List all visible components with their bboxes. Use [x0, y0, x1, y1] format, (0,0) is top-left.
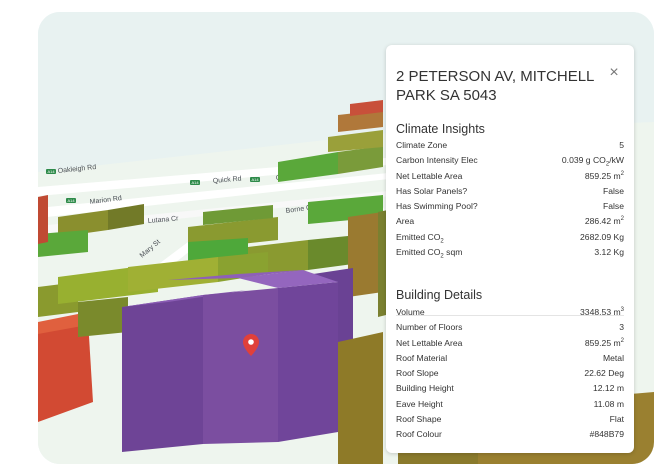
list-item: Emitted CO2 sqm 3.12 Kg [396, 245, 624, 260]
climate-insights-list: Climate Zone 5 Carbon Intensity Elec 0.0… [396, 138, 624, 260]
row-value: 2682.09 Kg [580, 231, 624, 242]
row-label: Area [396, 216, 415, 227]
row-value: 0.039 g CO2/kW [561, 155, 624, 169]
row-value: 22.62 Deg [584, 368, 624, 379]
row-label: Emitted CO2 [396, 231, 444, 245]
row-value: 5 [619, 140, 624, 150]
building-details-list: Volume 3348.53 m3 Number of Floors 3 Net… [396, 305, 624, 443]
close-icon[interactable]: × [606, 65, 622, 81]
list-item: Volume 3348.53 m3 [396, 305, 624, 320]
row-label: Has Solar Panels? [396, 185, 468, 196]
list-item: Climate Zone 5 [396, 138, 624, 153]
list-item: Roof Shape Flat [396, 412, 624, 427]
list-item: Eave Height 11.08 m [396, 397, 624, 412]
row-label: Roof Slope [396, 368, 439, 379]
row-value: Flat [609, 414, 624, 425]
list-item: Carbon Intensity Elec 0.039 g CO2/kW [396, 153, 624, 168]
list-item: Roof Colour #848B79 [396, 427, 624, 442]
list-item: Building Height 12.12 m [396, 381, 624, 396]
row-value: 286.42 m2 [584, 216, 624, 227]
property-address-title: 2 PETERSON AV, MITCHELL PARK SA 5043 [396, 68, 594, 104]
row-value: False [602, 201, 624, 212]
list-item: Area 286.42 m2 [396, 214, 624, 229]
list-item: Emitted CO2 2682.09 Kg [396, 230, 624, 245]
highway-shield-label: A14 [252, 177, 260, 182]
list-item: Has Solar Panels? False [396, 184, 624, 199]
highway-shield-label: A14 [192, 180, 200, 185]
row-label: Roof Material [396, 352, 448, 363]
row-value: 12.12 m [592, 383, 624, 394]
row-label: Roof Colour [396, 429, 442, 440]
row-label: Carbon Intensity Elec [396, 155, 478, 166]
row-label: Net Lettable Area [396, 337, 463, 348]
list-item: Number of Floors 3 [396, 320, 624, 335]
climate-insights-heading: Climate Insights [396, 122, 485, 136]
row-value: Metal [602, 352, 624, 363]
row-label: Has Swimming Pool? [396, 201, 478, 212]
row-value: #848B79 [589, 429, 624, 440]
row-label: Net Lettable Area [396, 170, 463, 181]
row-value: 859.25 m2 [584, 170, 624, 181]
property-info-panel: 2 PETERSON AV, MITCHELL PARK SA 5043 × C… [386, 45, 634, 453]
list-item: Roof Slope 22.62 Deg [396, 366, 624, 381]
row-value: False [602, 185, 624, 196]
list-item: Roof Material Metal [396, 351, 624, 366]
row-label: Climate Zone [396, 140, 448, 150]
list-item: Has Swimming Pool? False [396, 199, 624, 214]
building-details-heading: Building Details [396, 288, 483, 302]
row-label: Emitted CO2 sqm [396, 247, 463, 260]
list-item: Net Lettable Area 859.25 m2 [396, 169, 624, 184]
row-label: Roof Shape [396, 414, 442, 425]
row-value: 3348.53 m3 [580, 307, 624, 317]
row-label: Eave Height [396, 398, 443, 409]
highway-shield-label: A14 [48, 169, 56, 174]
row-label: Number of Floors [396, 322, 463, 333]
row-label: Building Height [396, 383, 454, 394]
highway-shield-label: A14 [68, 198, 76, 203]
row-value: 3 [619, 322, 624, 333]
row-value: 3.12 Kg [594, 247, 624, 258]
row-value: 859.25 m2 [584, 337, 624, 348]
list-item: Net Lettable Area 859.25 m2 [396, 336, 624, 351]
row-label: Volume [396, 307, 425, 317]
row-value: 11.08 m [593, 398, 624, 409]
